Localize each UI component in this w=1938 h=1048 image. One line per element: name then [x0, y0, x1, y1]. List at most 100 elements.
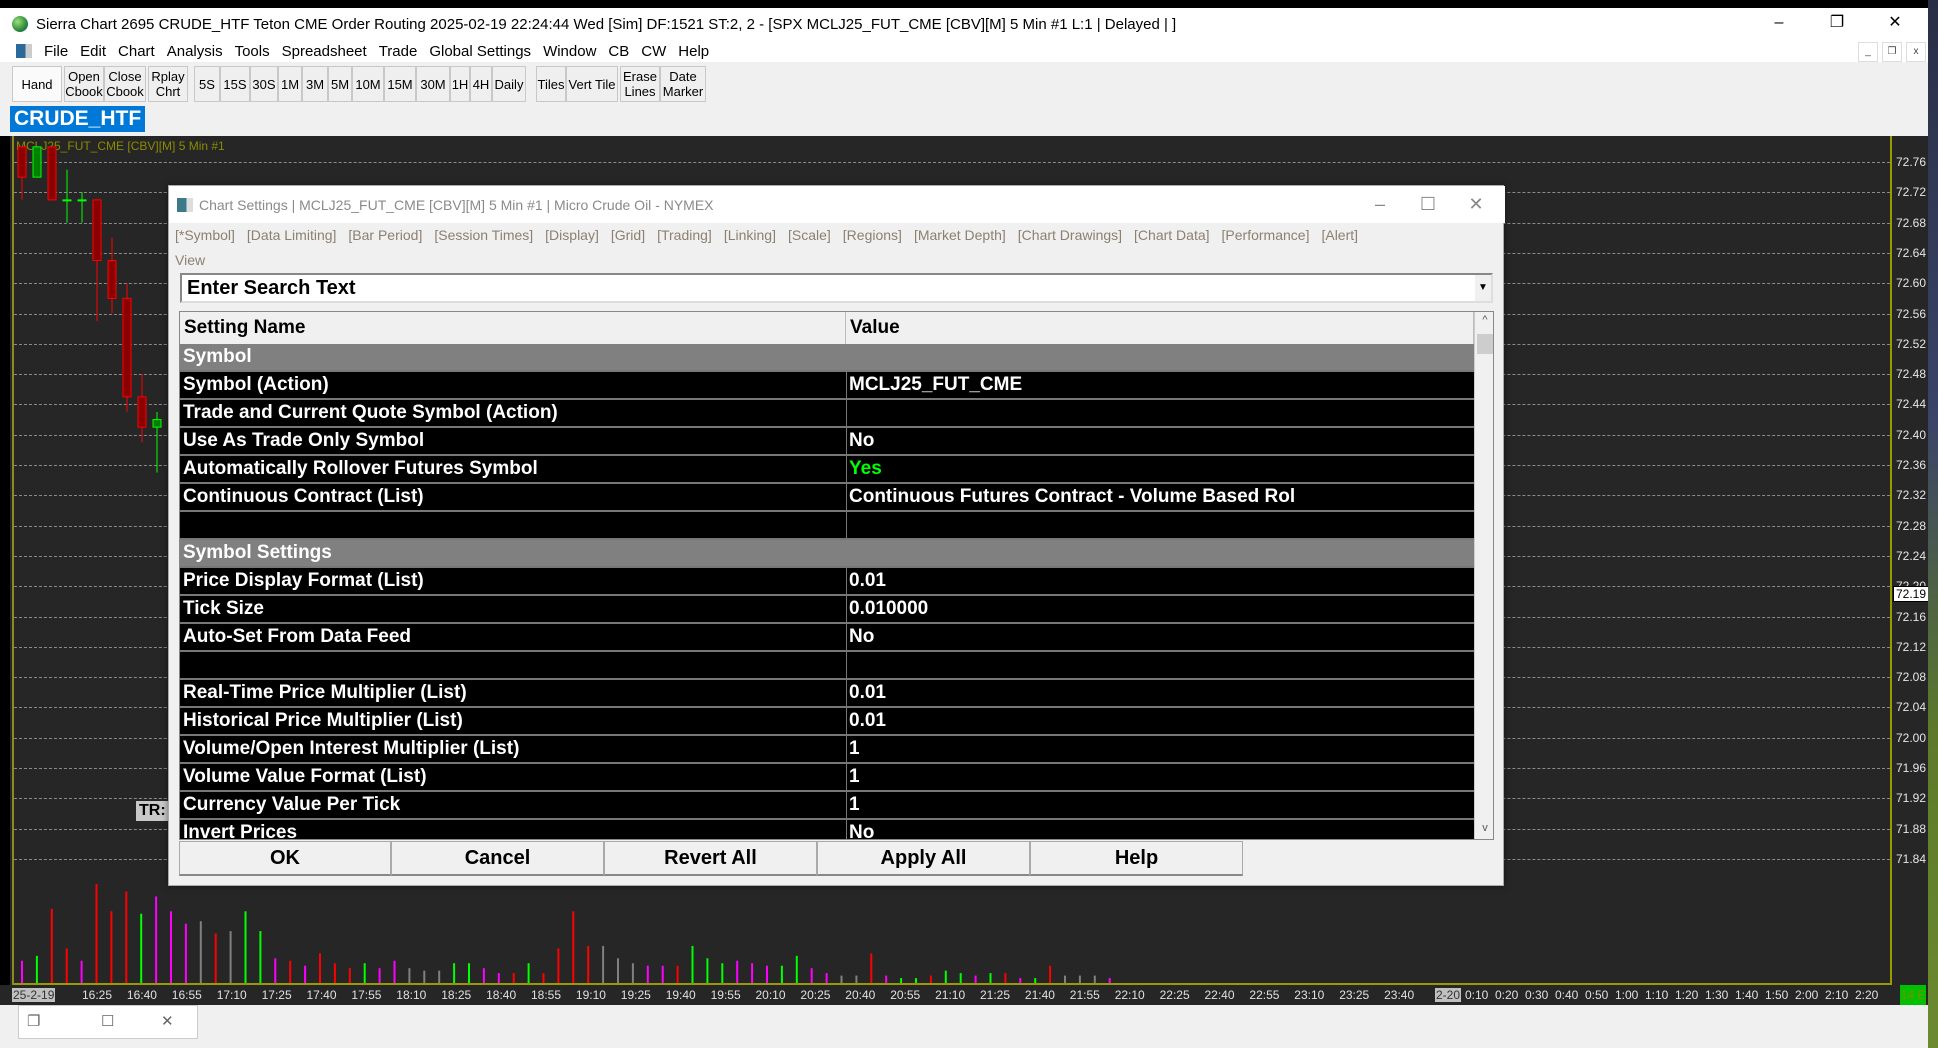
mdi-close-button[interactable]: x	[1906, 42, 1926, 62]
apply-all-button[interactable]: Apply All	[817, 841, 1030, 876]
toolbar-close-cbook-button[interactable]: Close Cbook	[104, 66, 146, 102]
toolbar-30s-button[interactable]: 30S	[250, 66, 278, 102]
settings-row[interactable]: Tick Size 0.010000	[180, 596, 1474, 624]
settings-tab-display[interactable]: [Display]	[545, 227, 599, 243]
close-icon[interactable]: ✕	[161, 1012, 174, 1030]
settings-row[interactable]: Real-Time Price Multiplier (List) 0.01	[180, 680, 1474, 708]
menu-cb[interactable]: CB	[602, 43, 635, 60]
settings-tab-trading[interactable]: [Trading]	[657, 227, 712, 243]
dialog-close-button[interactable]: ✕	[1453, 186, 1499, 223]
toolbar-30m-button[interactable]: 30M	[416, 66, 450, 102]
menu-window[interactable]: Window	[537, 43, 602, 60]
settings-tab-chart-drawings[interactable]: [Chart Drawings]	[1018, 227, 1122, 243]
revert-all-button[interactable]: Revert All	[604, 841, 817, 876]
column-header-value[interactable]: Value	[846, 312, 1474, 344]
settings-tab-performance[interactable]: [Performance]	[1222, 227, 1310, 243]
chartbook-tab[interactable]: CRUDE_HTF	[10, 106, 146, 132]
toolbar-15s-button[interactable]: 15S	[220, 66, 250, 102]
cancel-button[interactable]: Cancel	[391, 841, 604, 876]
toolbar-3m-button[interactable]: 3M	[302, 66, 328, 102]
setting-value[interactable]: Yes	[846, 456, 1474, 482]
setting-value[interactable]: No	[846, 624, 1474, 650]
scroll-thumb[interactable]	[1477, 334, 1493, 354]
settings-row[interactable]: Symbol (Action) MCLJ25_FUT_CME	[180, 372, 1474, 400]
help-button[interactable]: Help	[1030, 841, 1243, 876]
settings-row[interactable]: Continuous Contract (List) Continuous Fut…	[180, 484, 1474, 512]
menu-chart[interactable]: Chart	[112, 43, 161, 60]
setting-value[interactable]	[846, 400, 1474, 426]
toolbar-5m-button[interactable]: 5M	[328, 66, 352, 102]
toolbar-1h-button[interactable]: 1H	[450, 66, 470, 102]
dialog-maximize-button[interactable]: ☐	[1405, 186, 1451, 223]
scroll-down-icon[interactable]: v	[1475, 822, 1493, 834]
settings-group-header[interactable]: Symbol	[180, 344, 1474, 372]
setting-value[interactable]: 1	[846, 764, 1474, 790]
menu-file[interactable]: File	[38, 43, 74, 60]
setting-value[interactable]: 0.01	[846, 568, 1474, 594]
toolbar-10m-button[interactable]: 10M	[352, 66, 384, 102]
toolbar-date-marker-button[interactable]: Date Marker	[660, 66, 706, 102]
restore-icon[interactable]: ❐	[27, 1012, 40, 1030]
settings-tab-grid[interactable]: [Grid]	[611, 227, 645, 243]
settings-row[interactable]: Volume/Open Interest Multiplier (List) 1	[180, 736, 1474, 764]
settings-tab-bar-period[interactable]: [Bar Period]	[348, 227, 422, 243]
settings-row[interactable]: Volume Value Format (List) 1	[180, 764, 1474, 792]
chart-window-icon[interactable]	[16, 44, 32, 58]
toolbar-erase-lines-button[interactable]: Erase Lines	[620, 66, 660, 102]
dialog-minimize-button[interactable]: –	[1357, 186, 1403, 223]
menu-spreadsheet[interactable]: Spreadsheet	[276, 43, 373, 60]
settings-row[interactable]: Use As Trade Only Symbol No	[180, 428, 1474, 456]
settings-group-header[interactable]: Symbol Settings	[180, 540, 1474, 568]
settings-tab-session-times[interactable]: [Session Times]	[434, 227, 533, 243]
settings-row[interactable]: Historical Price Multiplier (List) 0.01	[180, 708, 1474, 736]
menu-tools[interactable]: Tools	[229, 43, 276, 60]
menu-global-settings[interactable]: Global Settings	[423, 43, 537, 60]
settings-row[interactable]	[180, 652, 1474, 680]
settings-tab-chart-data[interactable]: [Chart Data]	[1134, 227, 1209, 243]
settings-row[interactable]: Automatically Rollover Futures Symbol Yes	[180, 456, 1474, 484]
mdi-restore-button[interactable]: ❐	[1882, 42, 1902, 62]
settings-tab-regions[interactable]: [Regions]	[843, 227, 902, 243]
scrollbar[interactable]: ^ v	[1474, 312, 1493, 839]
setting-value[interactable]: 0.01	[846, 680, 1474, 706]
setting-value[interactable]	[846, 512, 1474, 538]
toolbar-1m-button[interactable]: 1M	[278, 66, 302, 102]
maximize-icon[interactable]: ☐	[101, 1012, 114, 1030]
toolbar-rplay-chrt-button[interactable]: Rplay Chrt	[148, 66, 188, 102]
minimize-button[interactable]: –	[1756, 8, 1802, 40]
menu-help[interactable]: Help	[672, 43, 715, 60]
setting-value[interactable]: 1	[846, 736, 1474, 762]
menu-cw[interactable]: CW	[635, 43, 672, 60]
toolbar-vert-tile-button[interactable]: Vert Tile	[566, 66, 618, 102]
minimized-window[interactable]: ❐ ☐ ✕	[18, 1005, 198, 1039]
chevron-down-icon[interactable]: ▼	[1475, 275, 1491, 301]
toolbar-15m-button[interactable]: 15M	[384, 66, 416, 102]
settings-row[interactable]: Auto-Set From Data Feed No	[180, 624, 1474, 652]
toolbar-hand-button[interactable]: Hand	[12, 66, 62, 102]
menu-edit[interactable]: Edit	[74, 43, 112, 60]
scroll-up-icon[interactable]: ^	[1475, 314, 1493, 326]
menu-trade[interactable]: Trade	[373, 43, 424, 60]
toolbar-open-cbook-button[interactable]: Open Cbook	[64, 66, 104, 102]
ok-button[interactable]: OK	[179, 841, 391, 876]
settings-tab-linking[interactable]: [Linking]	[724, 227, 776, 243]
setting-value[interactable]	[846, 652, 1474, 678]
restore-button[interactable]: ❐	[1814, 8, 1860, 40]
toolbar-tiles-button[interactable]: Tiles	[536, 66, 566, 102]
toolbar-5s-button[interactable]: 5S	[194, 66, 220, 102]
mdi-minimize-button[interactable]: _	[1858, 42, 1878, 62]
settings-row[interactable]: Invert Prices No	[180, 820, 1474, 839]
settings-row[interactable]: Price Display Format (List) 0.01	[180, 568, 1474, 596]
close-button[interactable]: ✕	[1872, 8, 1918, 40]
toolbar-daily-button[interactable]: Daily	[492, 66, 526, 102]
search-input[interactable]: Enter Search Text ▼	[180, 273, 1493, 303]
settings-row[interactable]	[180, 512, 1474, 540]
setting-value[interactable]: Continuous Futures Contract - Volume Bas…	[846, 484, 1474, 510]
column-header-setting-name[interactable]: Setting Name	[180, 312, 846, 344]
settings-row[interactable]: Trade and Current Quote Symbol (Action)	[180, 400, 1474, 428]
setting-value[interactable]: No	[846, 820, 1474, 839]
setting-value[interactable]: MCLJ25_FUT_CME	[846, 372, 1474, 398]
menu-analysis[interactable]: Analysis	[161, 43, 229, 60]
settings-tab-data-limiting[interactable]: [Data Limiting]	[247, 227, 336, 243]
settings-tab-market-depth[interactable]: [Market Depth]	[914, 227, 1006, 243]
